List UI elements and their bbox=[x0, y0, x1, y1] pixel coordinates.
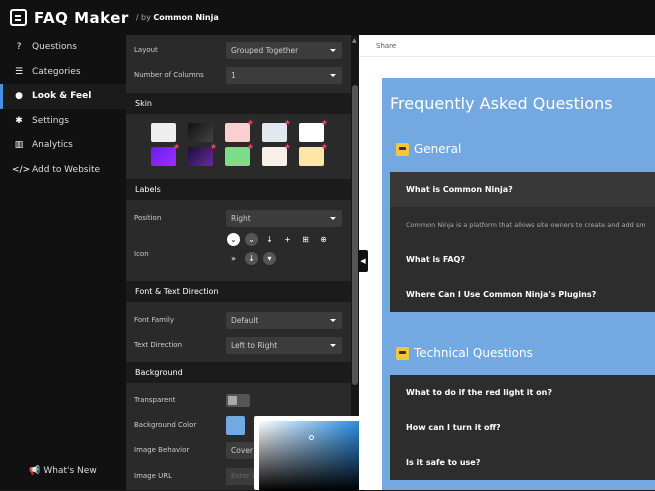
share-label[interactable]: Share bbox=[376, 42, 396, 50]
share-bar: Share bbox=[359, 35, 655, 57]
category-general-questions: What is Common Ninja? Common Ninja is a … bbox=[390, 172, 655, 312]
skin-yellow[interactable]: ★ bbox=[299, 142, 328, 166]
premium-star-icon: ★ bbox=[320, 118, 328, 127]
answer-text: Common Ninja is a platform that allows s… bbox=[406, 220, 646, 229]
skin-green[interactable]: ★ bbox=[225, 142, 254, 166]
sidebar: ? Questions ☰ Categories ● Look & Feel ✱ Set… bbox=[0, 35, 126, 490]
layout-row: Layout Grouped Together bbox=[134, 41, 344, 59]
sidebar-item-analytics[interactable]: ▥ Analytics bbox=[0, 133, 126, 158]
brand-name: Common Ninja bbox=[153, 13, 219, 22]
skin-section-header: Skin bbox=[126, 93, 351, 114]
position-row: Position Right bbox=[134, 209, 344, 227]
color-picker-handle[interactable] bbox=[309, 435, 314, 440]
columns-select[interactable]: 1 bbox=[226, 66, 342, 84]
plus-icon[interactable]: + bbox=[281, 233, 294, 246]
text-direction-select[interactable]: Left to Right bbox=[226, 336, 342, 354]
question-item[interactable]: How can I turn it off? bbox=[390, 410, 655, 445]
whats-new-link[interactable]: 📢 What's New bbox=[0, 466, 126, 476]
category-technical-header: Technical Questions bbox=[396, 346, 533, 360]
collapse-panel-button[interactable]: ◀ bbox=[358, 250, 368, 272]
sidebar-item-settings[interactable]: ✱ Settings bbox=[0, 109, 126, 134]
arrow-down-icon[interactable]: ↓ bbox=[263, 233, 276, 246]
color-gradient-area[interactable] bbox=[259, 421, 364, 491]
skin-dark[interactable] bbox=[188, 123, 213, 142]
position-select[interactable]: Right bbox=[226, 209, 342, 227]
question-item[interactable]: Is it safe to use? bbox=[390, 445, 655, 480]
top-bar: FAQ Maker / by Common Ninja bbox=[0, 0, 655, 35]
scroll-thumb[interactable] bbox=[352, 85, 358, 385]
category-technical-questions: What to do if the red light it on? How c… bbox=[390, 375, 655, 480]
plus-circle-icon[interactable]: ⊕ bbox=[317, 233, 330, 246]
premium-star-icon: ★ bbox=[283, 142, 291, 151]
labels-section-header: Labels bbox=[126, 179, 351, 200]
category-emoji-icon bbox=[396, 142, 409, 156]
transparent-row: Transparent bbox=[134, 391, 344, 409]
caret-down-circle-icon[interactable]: ▾ bbox=[263, 252, 276, 265]
by-line: / by Common Ninja bbox=[135, 13, 219, 22]
question-item[interactable]: Where Can I Use Common Ninja's Plugins? bbox=[390, 277, 655, 312]
list-icon: ☰ bbox=[14, 66, 24, 77]
category-general-header: General bbox=[396, 142, 461, 156]
premium-star-icon: ★ bbox=[246, 142, 254, 151]
transparent-toggle[interactable] bbox=[226, 393, 250, 407]
gear-icon: ✱ bbox=[15, 115, 23, 126]
skin-white[interactable]: ★ bbox=[299, 118, 328, 142]
sidebar-item-look-and-feel[interactable]: ● Look & Feel bbox=[0, 84, 126, 109]
question-icon: ? bbox=[16, 42, 22, 53]
skin-gray-blue[interactable]: ★ bbox=[262, 118, 291, 142]
columns-row: Number of Columns 1 bbox=[134, 66, 344, 84]
font-family-row: Font Family Default bbox=[134, 311, 344, 329]
premium-star-icon: ★ bbox=[320, 142, 328, 151]
bg-color-swatch[interactable] bbox=[226, 415, 245, 435]
faq-title: Frequently Asked Questions bbox=[390, 94, 613, 113]
skin-purple[interactable]: ★ bbox=[151, 142, 180, 166]
chart-icon: ▥ bbox=[14, 140, 24, 151]
chevron-circle-icon[interactable]: ⌄ bbox=[227, 233, 240, 246]
font-section-header: Font & Text Direction bbox=[126, 281, 351, 302]
premium-star-icon: ★ bbox=[209, 142, 217, 151]
layout-select[interactable]: Grouped Together bbox=[226, 41, 342, 59]
premium-star-icon: ★ bbox=[246, 118, 254, 127]
background-section-header: Background bbox=[126, 362, 351, 383]
sidebar-item-add-to-website[interactable]: </> Add to Website bbox=[0, 158, 126, 183]
chevron-left-icon: ◀ bbox=[360, 257, 366, 265]
question-item[interactable]: What to do if the red light it on? bbox=[390, 375, 655, 410]
megaphone-icon: 📢 bbox=[29, 466, 41, 476]
skin-cream[interactable]: ★ bbox=[262, 142, 291, 166]
premium-star-icon: ★ bbox=[283, 118, 291, 127]
category-emoji-icon bbox=[396, 346, 409, 360]
scroll-up-icon[interactable]: ▲ bbox=[352, 37, 357, 44]
font-family-select[interactable]: Default bbox=[226, 311, 342, 329]
sidebar-item-categories[interactable]: ☰ Categories bbox=[0, 60, 126, 85]
chevron-down-circle-icon[interactable]: ⌄ bbox=[245, 233, 258, 246]
question-item[interactable]: What is FAQ? bbox=[390, 242, 655, 277]
app-title: FAQ Maker bbox=[34, 8, 129, 27]
text-direction-row: Text Direction Left to Right bbox=[134, 336, 344, 354]
double-chevron-icon[interactable]: » bbox=[227, 252, 240, 265]
skin-dark-purple[interactable]: ★ bbox=[188, 142, 217, 166]
code-icon: </> bbox=[12, 164, 31, 175]
premium-star-icon: ★ bbox=[172, 142, 180, 151]
color-picker[interactable] bbox=[254, 416, 369, 491]
arrow-down-circle-icon[interactable]: ↓ bbox=[245, 252, 258, 265]
skin-pink[interactable]: ★ bbox=[225, 118, 254, 142]
question-item[interactable]: What is Common Ninja? bbox=[390, 172, 655, 207]
palette-icon: ● bbox=[15, 91, 23, 102]
plus-square-icon[interactable]: ⊞ bbox=[299, 233, 312, 246]
skin-light[interactable] bbox=[151, 123, 176, 142]
sidebar-item-questions[interactable]: ? Questions bbox=[0, 35, 126, 60]
faq-logo-icon bbox=[10, 9, 27, 26]
faq-widget: Frequently Asked Questions General What … bbox=[382, 78, 655, 490]
